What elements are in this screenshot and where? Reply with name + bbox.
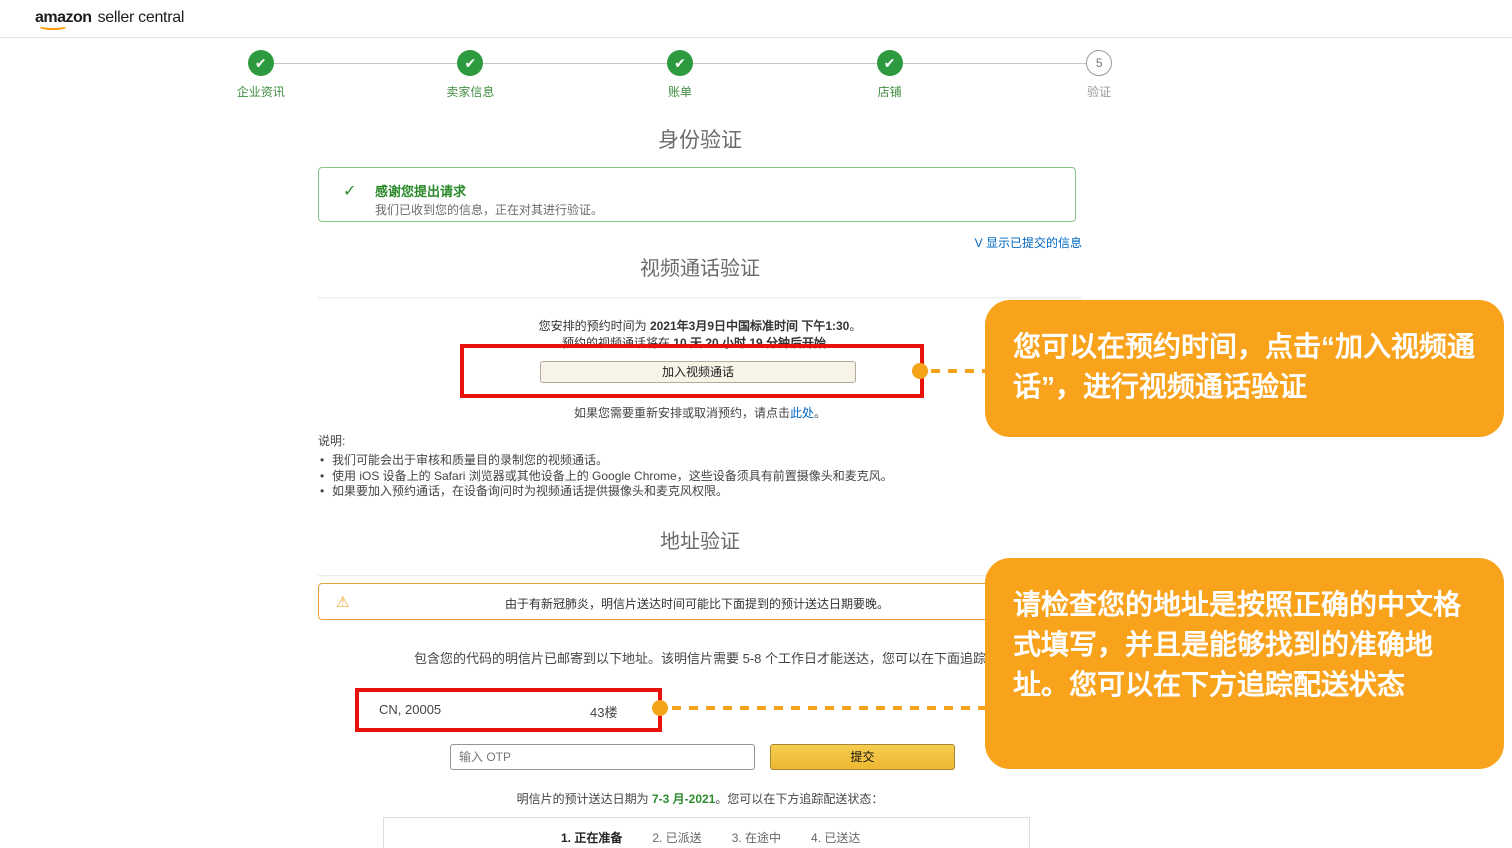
top-navbar: amazon seller central (0, 0, 1512, 38)
step-complete-icon: ✔ (457, 50, 483, 76)
postcard-mailed-info: 包含您的代码的明信片已邮寄到以下地址。该明信片需要 5-8 个工作日才能送达，您… (318, 648, 1082, 667)
note-item: 如果要加入预约通话，在设备询问时为视频通话提供摄像头和麦克风权限。 (318, 484, 1018, 500)
appointment-time: 2021年3月9日中国标准时间 下午1:30 (650, 319, 849, 333)
progress-stepper: ✔ 企业资讯 ✔ 卖家信息 ✔ 账单 ✔ 店铺 5 验证 (156, 50, 1204, 100)
video-panel-divider (318, 297, 1082, 298)
address-annotation-callout: 请检查您的地址是按照正确的中文格式填写，并且是能够找到的准确地址。您可以在下方追… (985, 558, 1504, 769)
stepper-step-verification: 5 验证 (994, 50, 1204, 100)
otp-input[interactable] (450, 744, 755, 770)
stepper-step-billing: ✔ 账单 (575, 50, 785, 100)
step-label: 验证 (994, 83, 1204, 100)
address-verification-title: 地址验证 (318, 525, 1082, 554)
identity-verification-title: 身份验证 (318, 124, 1082, 154)
covid-warning-alert: ⚠ 由于有新冠肺炎，明信片送达时间可能比下面提到的预计送达日期要晚。 (318, 583, 1076, 620)
tracking-status-box: 1. 正在准备 2. 已派送 3. 在途中 4. 已送达 (383, 817, 1030, 848)
submit-button[interactable]: 提交 (770, 744, 955, 770)
address-panel-divider (318, 575, 1082, 576)
amazon-wordmark: amazon (35, 9, 92, 27)
step-complete-icon: ✔ (877, 50, 903, 76)
amazon-seller-central-logo[interactable]: amazon seller central (35, 9, 184, 27)
seller-central-wordmark: seller central (98, 9, 185, 27)
join-video-call-button[interactable]: 加入视频通话 (540, 361, 856, 383)
request-received-alert: ✓ 感谢您提出请求 我们已收到您的信息，正在对其进行验证。 (318, 167, 1076, 222)
connector-dot (652, 700, 668, 716)
connector-dot (912, 363, 928, 379)
address-floor: 43楼 (590, 702, 617, 721)
alert-title: 感谢您提出请求 (375, 181, 466, 200)
tracking-step-delivered: 4. 已送达 (811, 829, 860, 846)
video-call-verification-title: 视频通话验证 (318, 252, 1082, 281)
stepper-step-company-info: ✔ 企业资讯 (156, 50, 366, 100)
step-complete-icon: ✔ (667, 50, 693, 76)
eta-date: 7-3 月-2021 (652, 792, 715, 806)
address-country-zip: CN, 20005 (379, 702, 441, 717)
amazon-smile-icon (38, 22, 68, 30)
tracking-step-in-transit: 3. 在途中 (732, 829, 781, 846)
reschedule-note: 如果您需要重新安排或取消预约，请点击此处。 (318, 404, 1082, 421)
tracking-step-preparing: 1. 正在准备 (561, 829, 622, 846)
connector-dashed-line (931, 369, 987, 373)
step-label: 卖家信息 (366, 83, 576, 100)
step-complete-icon: ✔ (248, 50, 274, 76)
tracking-step-dispatched: 2. 已派送 (652, 829, 701, 846)
reschedule-link[interactable]: 此处 (790, 406, 814, 420)
notes-title: 说明: (318, 432, 1018, 449)
success-check-icon: ✓ (343, 181, 356, 201)
warning-text: 由于有新冠肺炎，明信片送达时间可能比下面提到的预计送达日期要晚。 (319, 595, 1075, 612)
video-call-annotation-callout: 您可以在预约时间，点击“加入视频通话”，进行视频通话验证 (985, 300, 1504, 437)
note-item: 我们可能会出于审核和质量目的录制您的视频通话。 (318, 453, 1018, 469)
step-label: 企业资讯 (156, 83, 366, 100)
delivery-eta: 明信片的预计送达日期为 7-3 月-2021。您可以在下方追踪配送状态： (318, 790, 1082, 807)
note-item: 使用 iOS 设备上的 Safari 浏览器或其他设备上的 Google Chr… (318, 469, 1018, 485)
stepper-step-seller-info: ✔ 卖家信息 (366, 50, 576, 100)
connector-dashed-line (672, 706, 987, 710)
video-notes: 说明: 我们可能会出于审核和质量目的录制您的视频通话。 使用 iOS 设备上的 … (318, 432, 1018, 500)
tracking-steps: 1. 正在准备 2. 已派送 3. 在途中 4. 已送达 (561, 829, 860, 846)
page: amazon seller central ✔ 企业资讯 ✔ 卖家信息 ✔ 账单… (0, 0, 1512, 848)
step-number-badge: 5 (1086, 50, 1112, 76)
step-label: 店铺 (785, 83, 995, 100)
alert-body: 我们已收到您的信息，正在对其进行验证。 (375, 201, 603, 218)
step-label: 账单 (575, 83, 785, 100)
show-submitted-info-link[interactable]: V 显示已提交的信息 (318, 234, 1082, 251)
stepper-step-store: ✔ 店铺 (785, 50, 995, 100)
